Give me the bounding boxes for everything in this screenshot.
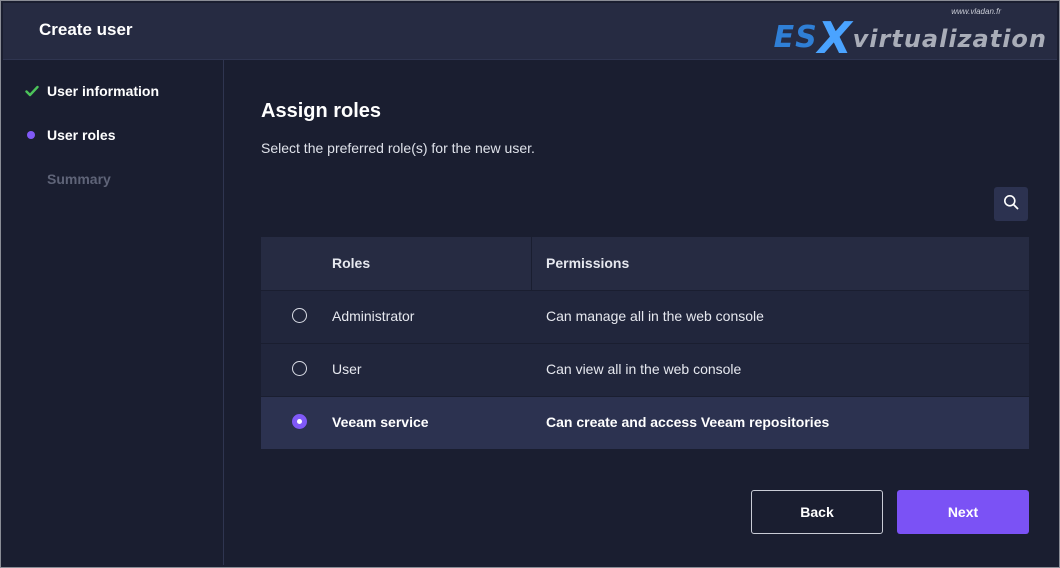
step-label: Summary xyxy=(47,171,111,187)
role-radio[interactable] xyxy=(292,414,307,429)
role-permission: Can view all in the web console xyxy=(546,361,742,377)
role-permission: Can create and access Veeam repositories xyxy=(546,414,830,430)
step-user-roles[interactable]: User roles xyxy=(25,125,115,145)
check-icon xyxy=(25,85,45,97)
main-content: Assign roles Select the preferred role(s… xyxy=(225,60,1057,565)
role-name: Veeam service xyxy=(332,414,429,430)
role-name: User xyxy=(332,361,362,377)
role-permission: Can manage all in the web console xyxy=(546,308,764,324)
table-row[interactable]: User Can view all in the web console xyxy=(261,344,1029,397)
column-header-roles[interactable]: Roles xyxy=(332,255,370,271)
step-summary: Summary xyxy=(25,169,111,189)
page-title: Assign roles xyxy=(261,100,382,122)
next-button[interactable]: Next xyxy=(897,490,1029,534)
table-row[interactable]: Administrator Can manage all in the web … xyxy=(261,291,1029,344)
back-button[interactable]: Back xyxy=(751,490,883,534)
table-header: Roles Permissions xyxy=(261,237,1029,291)
dialog-title: Create user xyxy=(39,20,133,39)
table-row[interactable]: Veeam service Can create and access Veea… xyxy=(261,397,1029,450)
dot-icon xyxy=(25,131,45,139)
search-icon xyxy=(1003,194,1019,215)
watermark-logo: www.vladan.fr ESXvirtualization xyxy=(774,7,1047,64)
create-user-dialog: Create user www.vladan.fr ESXvirtualizat… xyxy=(0,0,1060,568)
step-label: User roles xyxy=(47,127,116,143)
search-button[interactable] xyxy=(994,187,1028,221)
role-radio[interactable] xyxy=(292,308,307,323)
column-divider[interactable] xyxy=(531,237,532,290)
wizard-steps: User information User roles Summary xyxy=(3,60,224,565)
column-header-permissions[interactable]: Permissions xyxy=(546,255,629,271)
role-name: Administrator xyxy=(332,308,415,324)
roles-table: Roles Permissions Administrator Can mana… xyxy=(261,237,1029,450)
watermark-brand: ESXvirtualization xyxy=(773,13,1047,64)
page-subtitle: Select the preferred role(s) for the new… xyxy=(261,140,535,156)
dialog-header: Create user www.vladan.fr ESXvirtualizat… xyxy=(3,3,1057,64)
step-user-information[interactable]: User information xyxy=(25,81,159,101)
role-radio[interactable] xyxy=(292,361,307,376)
step-label: User information xyxy=(47,83,160,99)
